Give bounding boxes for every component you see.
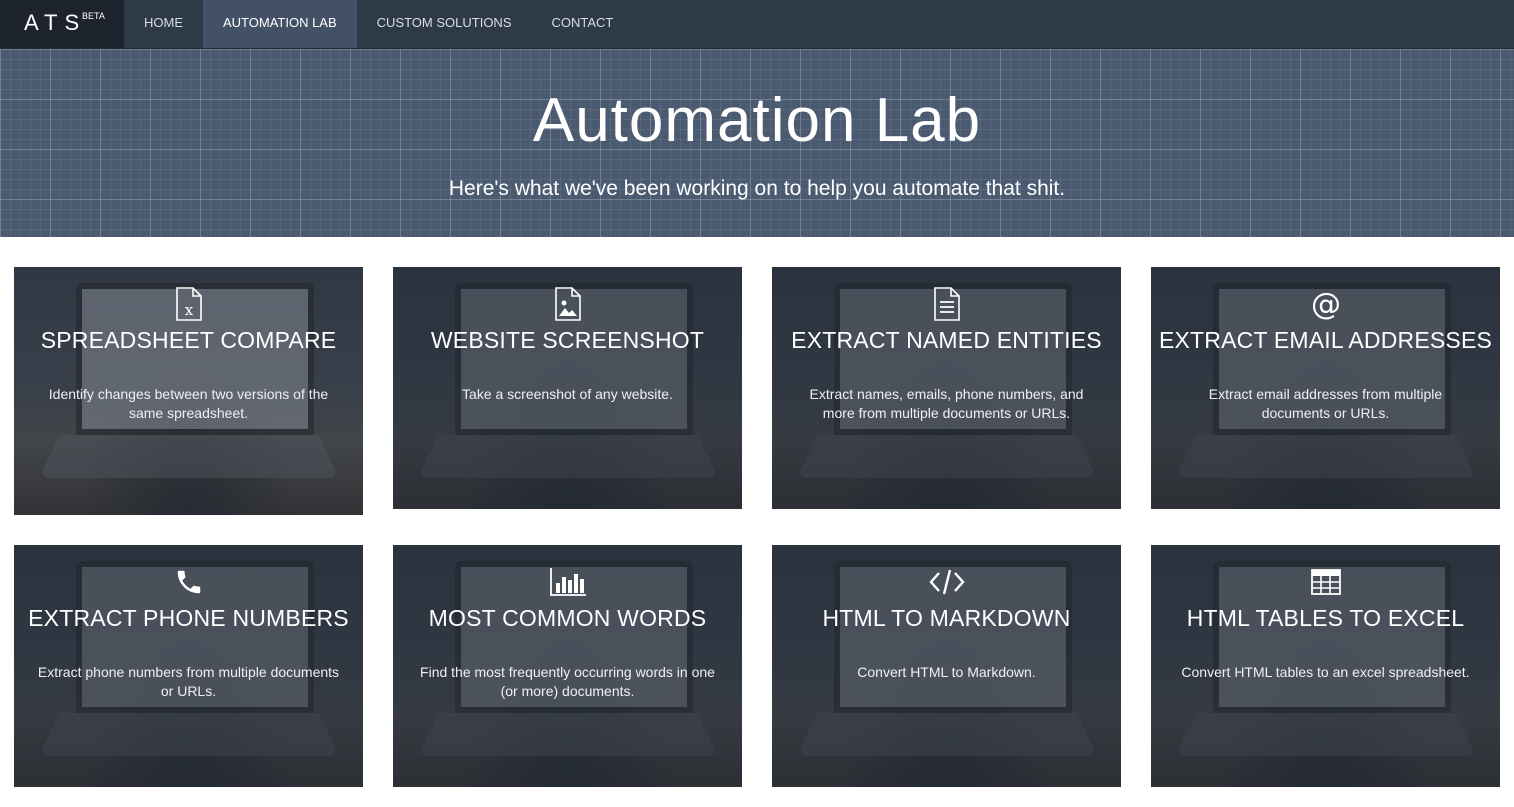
nav-item-home[interactable]: HOME [124,0,203,48]
beta-badge: BETA [82,11,105,21]
brand-logo[interactable]: ATS BETA [0,0,124,48]
tool-card-html-tables-to-excel[interactable]: HTML TABLES TO EXCEL Convert HTML tables… [1151,545,1500,787]
tool-card-most-common-words[interactable]: MOST COMMON WORDS Find the most frequent… [393,545,742,787]
card-description: Convert HTML tables to an excel spreadsh… [1181,664,1470,680]
code-icon [772,565,1121,599]
nav-item-contact[interactable]: CONTACT [532,0,634,48]
card-title: HTML TO MARKDOWN [822,605,1071,631]
phone-icon [14,565,363,599]
card-title: MOST COMMON WORDS [428,605,707,631]
at-sign-icon: @ [1151,287,1500,321]
card-title: WEBSITE SCREENSHOT [430,327,705,353]
card-description: Extract phone numbers from multiple docu… [37,664,340,699]
bar-chart-icon [393,565,742,599]
nav-menu: HOME AUTOMATION LAB CUSTOM SOLUTIONS CON… [124,0,633,48]
image-file-icon [393,287,742,321]
page-subtitle: Here's what we've been working on to hel… [448,177,1066,200]
card-description: Identify changes between two versions of… [48,386,329,421]
tool-card-website-screenshot[interactable]: WEBSITE SCREENSHOT Take a screenshot of … [393,267,742,509]
tool-card-extract-phone-numbers[interactable]: EXTRACT PHONE NUMBERS Extract phone numb… [14,545,363,787]
nav-item-custom-solutions[interactable]: CUSTOM SOLUTIONS [357,0,532,48]
table-icon [1151,565,1500,599]
nav-item-automation-lab[interactable]: AUTOMATION LAB [203,0,357,48]
card-title: EXTRACT PHONE NUMBERS [28,605,349,631]
card-description: Take a screenshot of any website. [462,386,673,402]
svg-text:@: @ [1311,287,1341,321]
card-description: Convert HTML to Markdown. [857,664,1036,680]
card-description: Find the most frequently occurring words… [420,664,715,699]
brand-name: ATS [24,10,87,35]
tool-card-spreadsheet-compare[interactable]: x SPREADSHEET COMPARE Identify changes b… [14,267,363,515]
tool-card-html-to-markdown[interactable]: HTML TO MARKDOWN Convert HTML to Markdow… [772,545,1121,787]
card-title: HTML TABLES TO EXCEL [1186,605,1465,631]
card-description: Extract email addresses from multiple do… [1208,386,1443,421]
hero-banner: Automation Lab Here's what we've been wo… [0,49,1514,237]
card-title: EXTRACT EMAIL ADDRESSES [1158,327,1493,353]
top-navbar: ATS BETA HOME AUTOMATION LAB CUSTOM SOLU… [0,0,1514,49]
card-description: Extract names, emails, phone numbers, an… [809,386,1084,421]
tool-card-extract-named-entities[interactable]: EXTRACT NAMED ENTITIES Extract names, em… [772,267,1121,509]
text-file-icon [772,287,1121,321]
excel-file-icon: x [14,287,363,321]
svg-text:x: x [184,301,193,319]
page-title: Automation Lab [532,86,982,155]
tool-card-extract-email-addresses[interactable]: @ EXTRACT EMAIL ADDRESSES Extract email … [1151,267,1500,509]
card-title: EXTRACT NAMED ENTITIES [791,327,1102,353]
card-title: SPREADSHEET COMPARE [40,327,337,353]
